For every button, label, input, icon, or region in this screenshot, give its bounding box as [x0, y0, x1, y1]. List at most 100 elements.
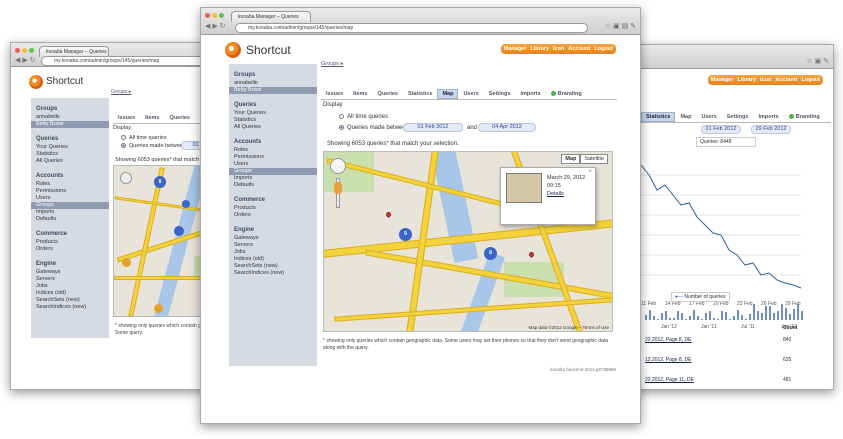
main-radio-between[interactable]: [339, 125, 344, 130]
main-sidebar-item[interactable]: All Queries: [229, 124, 317, 131]
satellite-button[interactable]: Satellite: [580, 154, 608, 164]
main-sidebar-item[interactable]: Users: [229, 161, 317, 168]
main-sidebar-item[interactable]: SearchSets (new): [229, 263, 317, 270]
right-top-link[interactable]: Library: [737, 77, 756, 83]
left-opt-between[interactable]: Queries made between: [121, 143, 186, 149]
left-tab[interactable]: Issues: [113, 113, 140, 123]
left-window-controls[interactable]: [15, 48, 34, 53]
left-map-cluster[interactable]: [154, 304, 163, 313]
close-icon[interactable]: ×: [588, 169, 592, 175]
main-nav-icons[interactable]: ◀ ▶ ↻: [205, 22, 226, 32]
main-tab[interactable]: Imports: [515, 89, 545, 99]
left-tab[interactable]: Queries: [165, 113, 195, 123]
right-date-to[interactable]: 29 Feb 2012: [751, 125, 791, 134]
main-sidebar-item[interactable]: Jobs: [229, 249, 317, 256]
main-sidebar-item[interactable]: annabelle: [229, 80, 317, 87]
main-toolbar-icons[interactable]: ☆ ▣ ▤ ✎: [605, 22, 636, 32]
left-sidebar-item[interactable]: Indices (old): [31, 290, 109, 297]
left-tab[interactable]: Items: [140, 113, 164, 123]
right-row-link[interactable]: 12.2012, Page 8, DE: [645, 357, 691, 363]
main-map[interactable]: Map Satellite 9 8 March 29, 2012 09:15 D…: [323, 151, 613, 332]
main-sidebar-item[interactable]: Statistics: [229, 117, 317, 124]
main-sidebar-item[interactable]: Indices (old): [229, 256, 317, 263]
left-sidebar-item[interactable]: Imports: [31, 209, 109, 216]
left-sidebar-item[interactable]: All Queries: [31, 158, 109, 165]
popup-details-link[interactable]: Details: [547, 191, 564, 197]
left-sidebar-item[interactable]: Products: [31, 239, 109, 246]
main-top-link[interactable]: Icon: [553, 46, 564, 52]
main-tab[interactable]: Items: [348, 89, 372, 99]
left-sidebar-item[interactable]: SearchSets (new): [31, 297, 109, 304]
map-type-control[interactable]: Map Satellite: [561, 154, 608, 164]
main-sidebar-item[interactable]: Permissions: [229, 154, 317, 161]
main-sidebar-item[interactable]: Products: [229, 205, 317, 212]
left-map-cluster[interactable]: [122, 258, 131, 267]
left-sidebar-item[interactable]: Servers: [31, 276, 109, 283]
main-tab[interactable]: Map: [437, 89, 459, 99]
left-sidebar-item[interactable]: Orders: [31, 246, 109, 253]
left-sidebar-item[interactable]: annabelle: [31, 114, 109, 121]
main-window-controls[interactable]: [205, 13, 224, 18]
left-opt-all[interactable]: All time queries: [121, 135, 167, 141]
main-top-link[interactable]: Library: [530, 46, 549, 52]
main-tab[interactable]: Issues: [321, 89, 348, 99]
right-date-from[interactable]: 01 Feb 2012: [701, 125, 741, 134]
pegman-icon[interactable]: [334, 182, 342, 194]
left-sidebar-item[interactable]: Groups: [31, 202, 109, 209]
main-tab[interactable]: Settings: [484, 89, 516, 99]
main-top-link[interactable]: Manager: [504, 46, 527, 52]
map-button[interactable]: Map: [561, 154, 581, 164]
right-tab[interactable]: Statistics: [641, 112, 676, 122]
main-sidebar-item[interactable]: Imports: [229, 175, 317, 182]
left-sidebar-item[interactable]: Gateways: [31, 269, 109, 276]
maximize-icon[interactable]: [219, 13, 224, 18]
left-sidebar-item[interactable]: Statistics: [31, 151, 109, 158]
left-sidebar-item[interactable]: SearchIndices (new): [31, 304, 109, 311]
right-tab[interactable]: Users: [696, 112, 721, 122]
map-cluster[interactable]: 9: [399, 228, 412, 241]
main-tab[interactable]: Queries: [373, 89, 403, 99]
main-top-link[interactable]: Logout: [594, 46, 613, 52]
main-sidebar-item[interactable]: Groups: [229, 168, 317, 175]
close-icon[interactable]: [205, 13, 210, 18]
left-sidebar-item[interactable]: Roles: [31, 181, 109, 188]
main-date-from[interactable]: 01 Feb 2012: [403, 123, 463, 132]
main-sidebar-item[interactable]: Roles: [229, 147, 317, 154]
left-map-cluster[interactable]: [182, 200, 190, 208]
minimize-icon[interactable]: [212, 13, 217, 18]
main-sidebar-item[interactable]: Gateways: [229, 235, 317, 242]
main-tab[interactable]: Branding: [546, 89, 587, 99]
right-row-link[interactable]: 22.2012, Page 8, DE: [645, 337, 691, 343]
left-map-cluster[interactable]: [174, 226, 184, 236]
left-sidebar-item[interactable]: Your Queries: [31, 144, 109, 151]
left-sidebar-item[interactable]: Jobs: [31, 283, 109, 290]
main-top-link[interactable]: Account: [568, 46, 590, 52]
right-top-link[interactable]: Logout: [801, 77, 820, 83]
right-toolbar-icons[interactable]: ☆ ▣ ✎: [806, 57, 829, 67]
left-map-cluster[interactable]: 8: [154, 176, 166, 188]
map-cluster[interactable]: 8: [484, 247, 497, 260]
right-tab[interactable]: Imports: [753, 112, 783, 122]
main-sidebar-item[interactable]: Defaults: [229, 182, 317, 189]
left-back-icon[interactable]: ◀ ▶ ↻: [15, 56, 36, 66]
left-radio-between[interactable]: [121, 143, 126, 149]
main-sidebar-item[interactable]: Orders: [229, 212, 317, 219]
right-row-link[interactable]: 22.2012, Page 11, DE: [645, 377, 694, 383]
left-radio-all[interactable]: [121, 135, 126, 141]
main-date-to[interactable]: 04 Apr 2012: [478, 123, 536, 132]
left-breadcrumb[interactable]: Groups ▸: [111, 89, 131, 95]
left-sidebar-item[interactable]: Users: [31, 195, 109, 202]
main-opt-all[interactable]: All time queries: [339, 114, 388, 120]
main-opt-between[interactable]: Queries made between: [339, 125, 409, 131]
map-marker[interactable]: [384, 210, 393, 219]
right-tab[interactable]: Branding: [784, 112, 825, 122]
main-sidebar-item[interactable]: Servers: [229, 242, 317, 249]
right-top-link[interactable]: Account: [775, 77, 797, 83]
right-tab[interactable]: Settings: [722, 112, 754, 122]
map-pan-control[interactable]: [330, 158, 346, 174]
right-top-link[interactable]: Icon: [760, 77, 771, 83]
left-sidebar-item[interactable]: Betty Bossi: [31, 121, 109, 128]
main-radio-all[interactable]: [339, 114, 344, 119]
main-breadcrumb[interactable]: Groups ▸: [321, 61, 343, 67]
map-copyright[interactable]: Map data ©2012 Google – Terms of Use: [528, 325, 609, 330]
